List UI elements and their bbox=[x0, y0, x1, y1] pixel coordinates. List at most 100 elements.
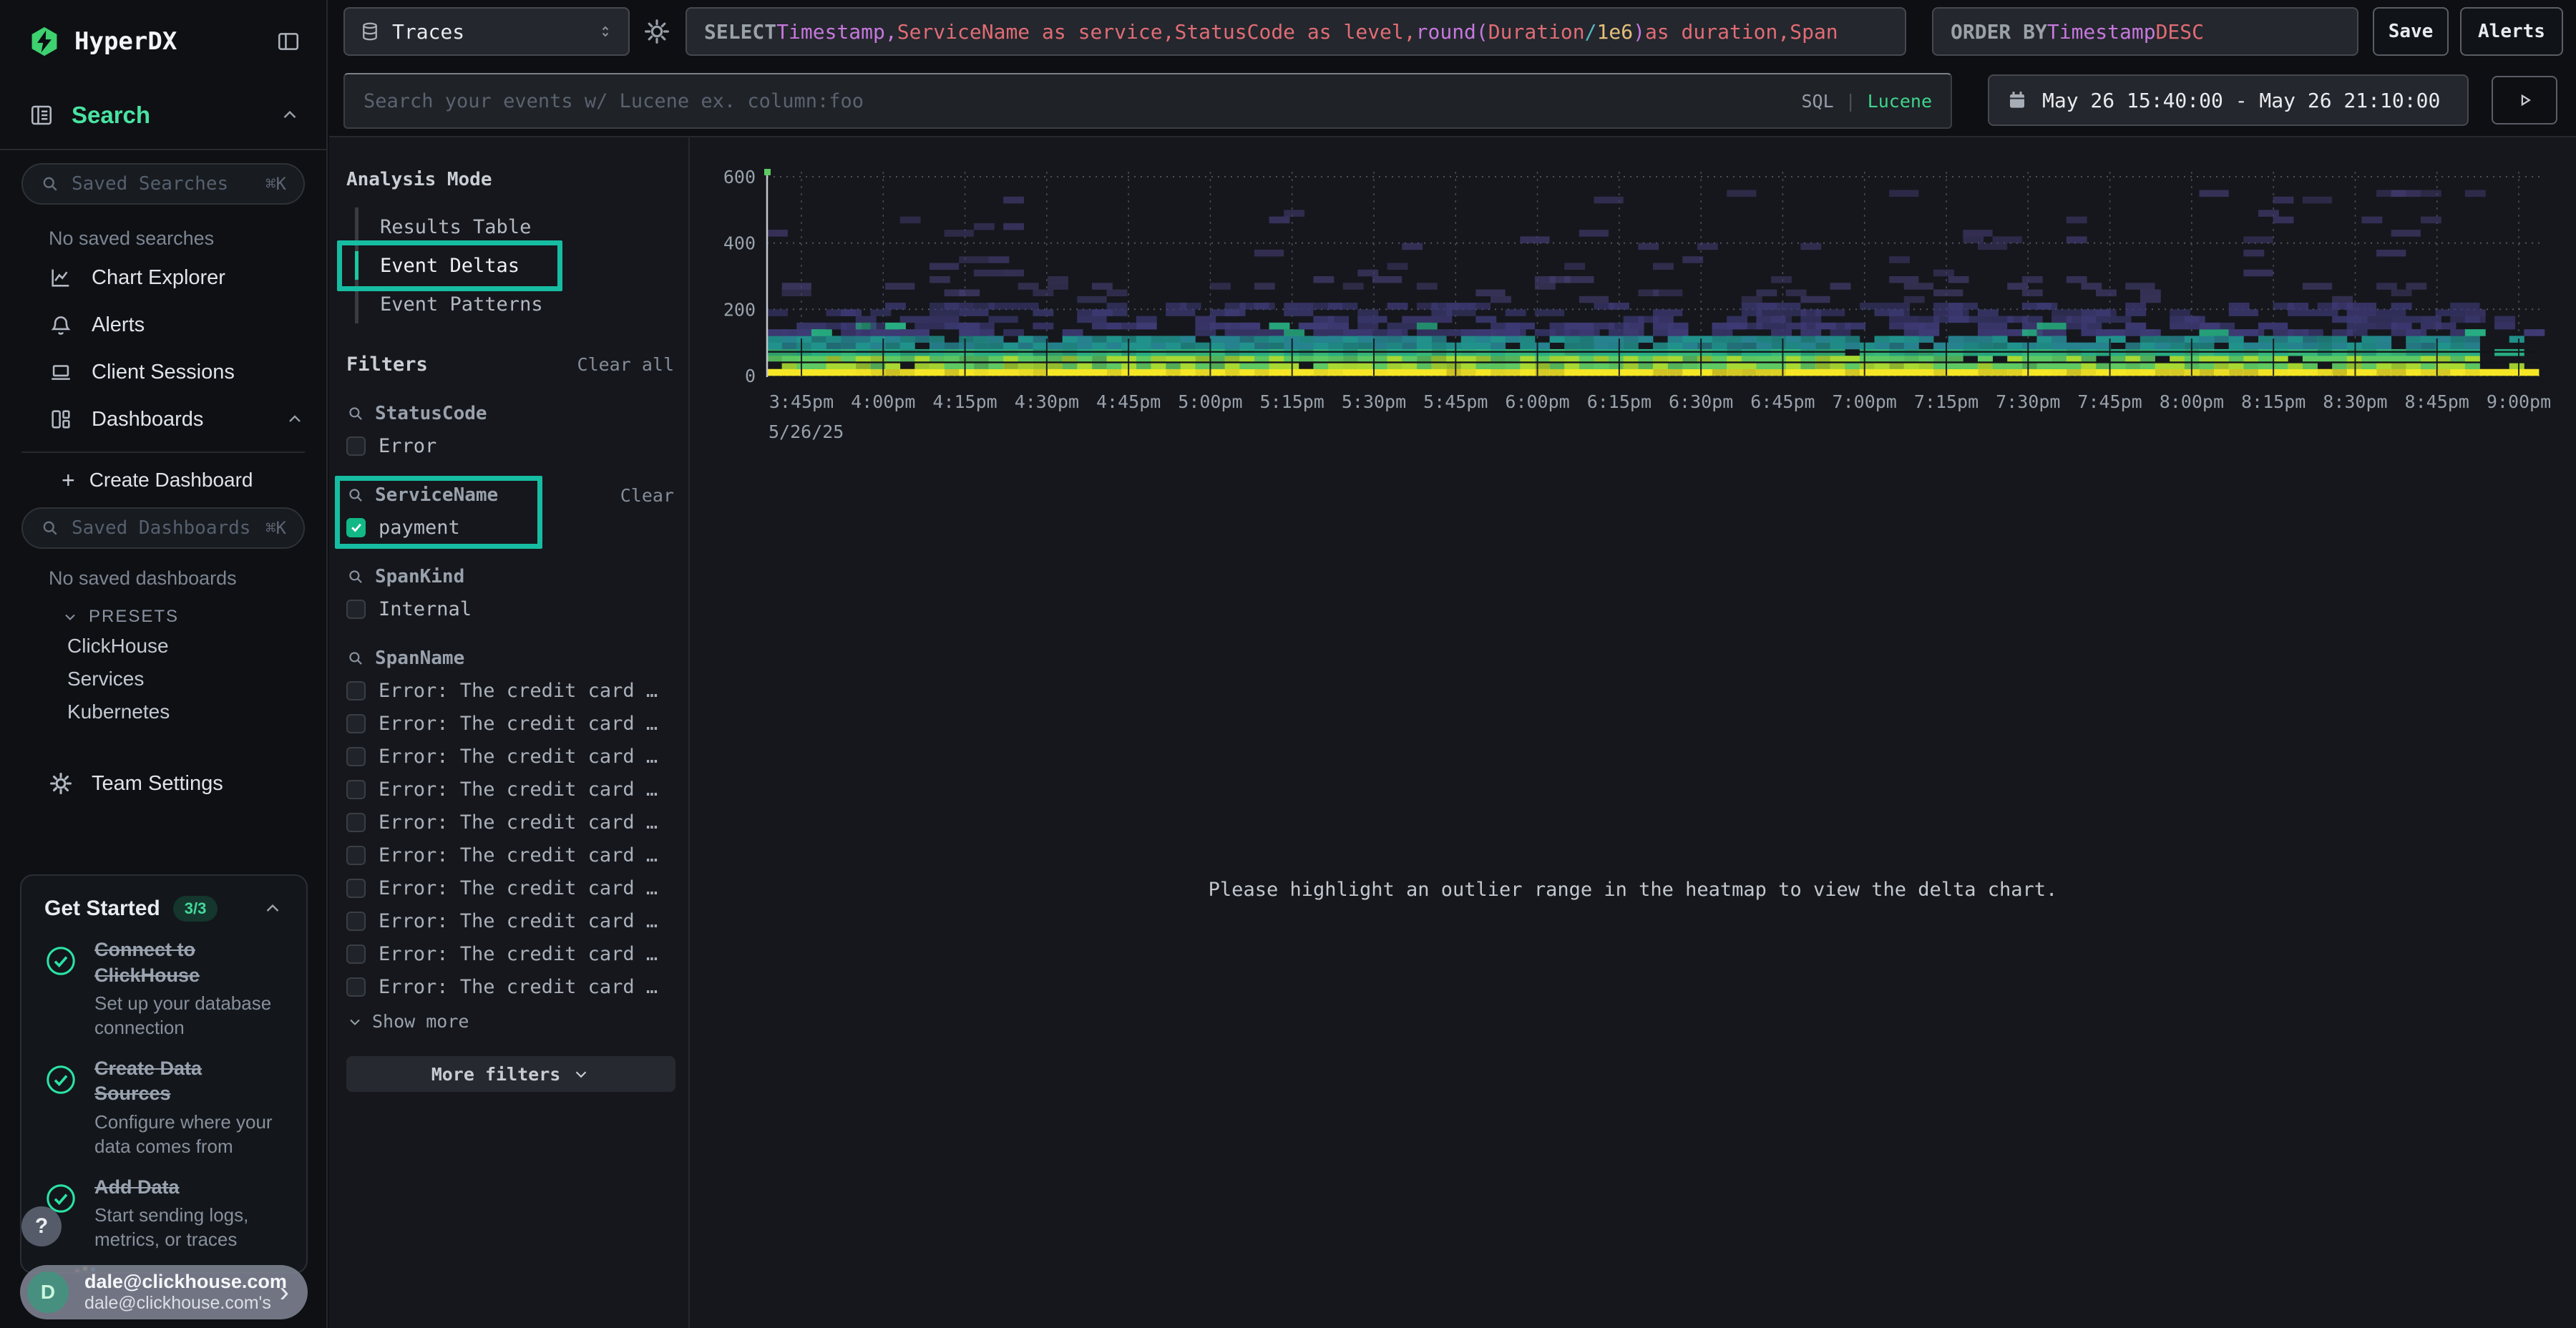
source-select[interactable]: Traces bbox=[343, 7, 630, 56]
x-tick-label: 7:15pm bbox=[1914, 391, 1979, 412]
heatmap-cell bbox=[1653, 290, 1682, 297]
preset-dashboard-services[interactable]: Services bbox=[21, 663, 305, 695]
checkbox-unchecked[interactable] bbox=[346, 879, 366, 898]
heatmap-cell bbox=[1181, 362, 1196, 369]
filter-checkbox-row[interactable]: Error: The credit card … bbox=[346, 778, 674, 801]
heatmap-cell bbox=[2406, 336, 2421, 343]
presets-toggle[interactable]: PRESETS bbox=[62, 607, 305, 627]
filter-checkbox-row[interactable]: Error: The credit card … bbox=[346, 975, 674, 998]
sql-orderby-input[interactable]: ORDER BY Timestamp DESC bbox=[1932, 7, 2358, 56]
show-more-button[interactable]: Show more bbox=[346, 1011, 674, 1032]
get-started-item[interactable]: Connect to ClickHouseSet up your databas… bbox=[44, 937, 283, 1040]
heatmap-cell bbox=[2450, 336, 2465, 343]
filter-checkbox-row[interactable]: Error: The credit card … bbox=[346, 942, 674, 965]
search-icon[interactable] bbox=[346, 649, 365, 668]
checkbox-checked[interactable] bbox=[346, 518, 366, 537]
alerts-button[interactable]: Alerts bbox=[2460, 7, 2563, 56]
heatmap-cell bbox=[1682, 336, 1697, 343]
saved-searches-input[interactable]: Saved Searches ⌘K bbox=[21, 163, 305, 205]
heatmap-cell bbox=[1284, 329, 1304, 336]
checkbox-unchecked[interactable] bbox=[346, 912, 366, 931]
sql-select-input[interactable]: SELECT Timestamp, ServiceName as service… bbox=[686, 7, 1906, 56]
sidebar-item-dashboards[interactable]: Dashboards bbox=[21, 396, 305, 443]
checkbox-unchecked[interactable] bbox=[346, 944, 366, 964]
filter-checkbox-row[interactable]: Error: The credit card … bbox=[346, 679, 674, 702]
heatmap-cell bbox=[1239, 336, 1254, 343]
preset-dashboard-kubernetes[interactable]: Kubernetes bbox=[21, 695, 305, 728]
heatmap-cell bbox=[1166, 336, 1181, 343]
analysis-option-event-patterns[interactable]: Event Patterns bbox=[380, 285, 674, 323]
checkbox-unchecked[interactable] bbox=[346, 813, 366, 832]
checkbox-unchecked[interactable] bbox=[346, 714, 366, 733]
heatmap-cell bbox=[1800, 329, 1821, 336]
create-dashboard-button[interactable]: + Create Dashboard bbox=[21, 459, 305, 502]
checkbox-unchecked[interactable] bbox=[346, 681, 366, 700]
heatmap-panel[interactable]: 02004006003:45pm4:00pm4:15pm4:30pm4:45pm… bbox=[690, 137, 2576, 1328]
duration-heatmap-chart[interactable]: 02004006003:45pm4:00pm4:15pm4:30pm4:45pm… bbox=[690, 137, 2576, 1328]
sql-token: Duration bbox=[1488, 20, 1585, 44]
sql-mode-toggle[interactable]: SQL bbox=[1801, 91, 1833, 112]
save-button[interactable]: Save bbox=[2373, 7, 2449, 56]
search-icon[interactable] bbox=[346, 567, 365, 586]
heatmap-cell bbox=[1668, 369, 1683, 376]
filter-checkbox-row[interactable]: Internal bbox=[346, 597, 674, 620]
filter-clear-button[interactable]: Clear bbox=[620, 485, 674, 506]
run-query-button[interactable] bbox=[2492, 76, 2557, 125]
sidebar-item-client-sessions[interactable]: Client Sessions bbox=[21, 348, 305, 396]
analysis-mode-title: Analysis Mode bbox=[346, 169, 674, 190]
heatmap-cell bbox=[2421, 369, 2436, 376]
filter-checkbox-row[interactable]: Error: The credit card … bbox=[346, 877, 674, 899]
user-menu[interactable]: D dale@clickhouse.com dale@clickhouse.co… bbox=[20, 1265, 308, 1319]
date-range-picker[interactable]: May 26 15:40:00 - May 26 21:10:00 bbox=[1988, 74, 2469, 126]
filter-checkbox-row[interactable]: Error: The credit card … bbox=[346, 811, 674, 834]
heatmap-cell bbox=[2494, 316, 2515, 323]
filter-checkbox-row[interactable]: Error bbox=[346, 434, 674, 457]
x-tick-label: 7:30pm bbox=[1996, 391, 2060, 412]
event-search-input[interactable]: Search your events w/ Lucene ex. column:… bbox=[343, 73, 1952, 129]
search-icon[interactable] bbox=[346, 486, 365, 504]
filter-checkbox-row[interactable]: Error: The credit card … bbox=[346, 745, 674, 768]
analysis-option-event-deltas[interactable]: Event Deltas bbox=[380, 246, 674, 285]
search-icon[interactable] bbox=[346, 404, 365, 423]
heatmap-cell bbox=[1579, 230, 1609, 237]
filter-checkbox-row[interactable]: Error: The credit card … bbox=[346, 844, 674, 866]
filter-checkbox-row[interactable]: Error: The credit card … bbox=[346, 909, 674, 932]
heatmap-cell bbox=[856, 336, 871, 343]
preset-dashboard-clickhouse[interactable]: ClickHouse bbox=[21, 630, 305, 663]
clear-all-button[interactable]: Clear all bbox=[577, 354, 674, 375]
sidebar-item-chart-explorer[interactable]: Chart Explorer bbox=[21, 254, 305, 301]
heatmap-cell bbox=[2436, 309, 2465, 316]
sidebar-item-search[interactable]: Search bbox=[0, 102, 326, 129]
sidebar-collapse-icon[interactable] bbox=[276, 29, 301, 54]
checkbox-unchecked[interactable] bbox=[346, 436, 366, 456]
event-search-placeholder: Search your events w/ Lucene ex. column:… bbox=[364, 90, 1801, 112]
heatmap-cell bbox=[1357, 362, 1372, 369]
source-settings-gear-icon[interactable] bbox=[643, 17, 671, 46]
saved-dashboards-input[interactable]: Saved Dashboards ⌘K bbox=[21, 507, 305, 549]
checkbox-unchecked[interactable] bbox=[346, 747, 366, 766]
heatmap-cell bbox=[2376, 336, 2391, 343]
get-started-item[interactable]: Create Data SourcesConfigure where your … bbox=[44, 1056, 283, 1159]
filter-checkbox-row[interactable]: payment bbox=[346, 516, 674, 539]
sidebar-item-alerts[interactable]: Alerts bbox=[21, 301, 305, 348]
heatmap-cell bbox=[2494, 369, 2509, 376]
filter-checkbox-row[interactable]: Error: The credit card … bbox=[346, 712, 674, 735]
lucene-mode-toggle[interactable]: Lucene bbox=[1868, 91, 1932, 112]
heatmap-cell bbox=[1077, 362, 1092, 369]
heatmap-cell bbox=[1372, 362, 1387, 369]
heatmap-cell bbox=[2140, 343, 2155, 350]
heatmap-cell bbox=[945, 343, 960, 350]
more-filters-button[interactable]: More filters bbox=[346, 1056, 675, 1092]
checkbox-unchecked[interactable] bbox=[346, 846, 366, 865]
checkbox-unchecked[interactable] bbox=[346, 600, 366, 619]
heatmap-cell bbox=[2229, 303, 2250, 310]
help-button[interactable]: ? bbox=[21, 1206, 62, 1246]
heatmap-cell bbox=[1653, 316, 1674, 323]
get-started-item[interactable]: Add DataStart sending logs, metrics, or … bbox=[44, 1175, 283, 1252]
checkbox-unchecked[interactable] bbox=[346, 780, 366, 799]
checkbox-unchecked[interactable] bbox=[346, 977, 366, 997]
chevron-up-icon[interactable] bbox=[262, 898, 283, 919]
analysis-option-results-table[interactable]: Results Table bbox=[380, 208, 674, 246]
heatmap-cell bbox=[1624, 362, 1639, 369]
sidebar-item-team-settings[interactable]: Team Settings bbox=[21, 760, 305, 807]
